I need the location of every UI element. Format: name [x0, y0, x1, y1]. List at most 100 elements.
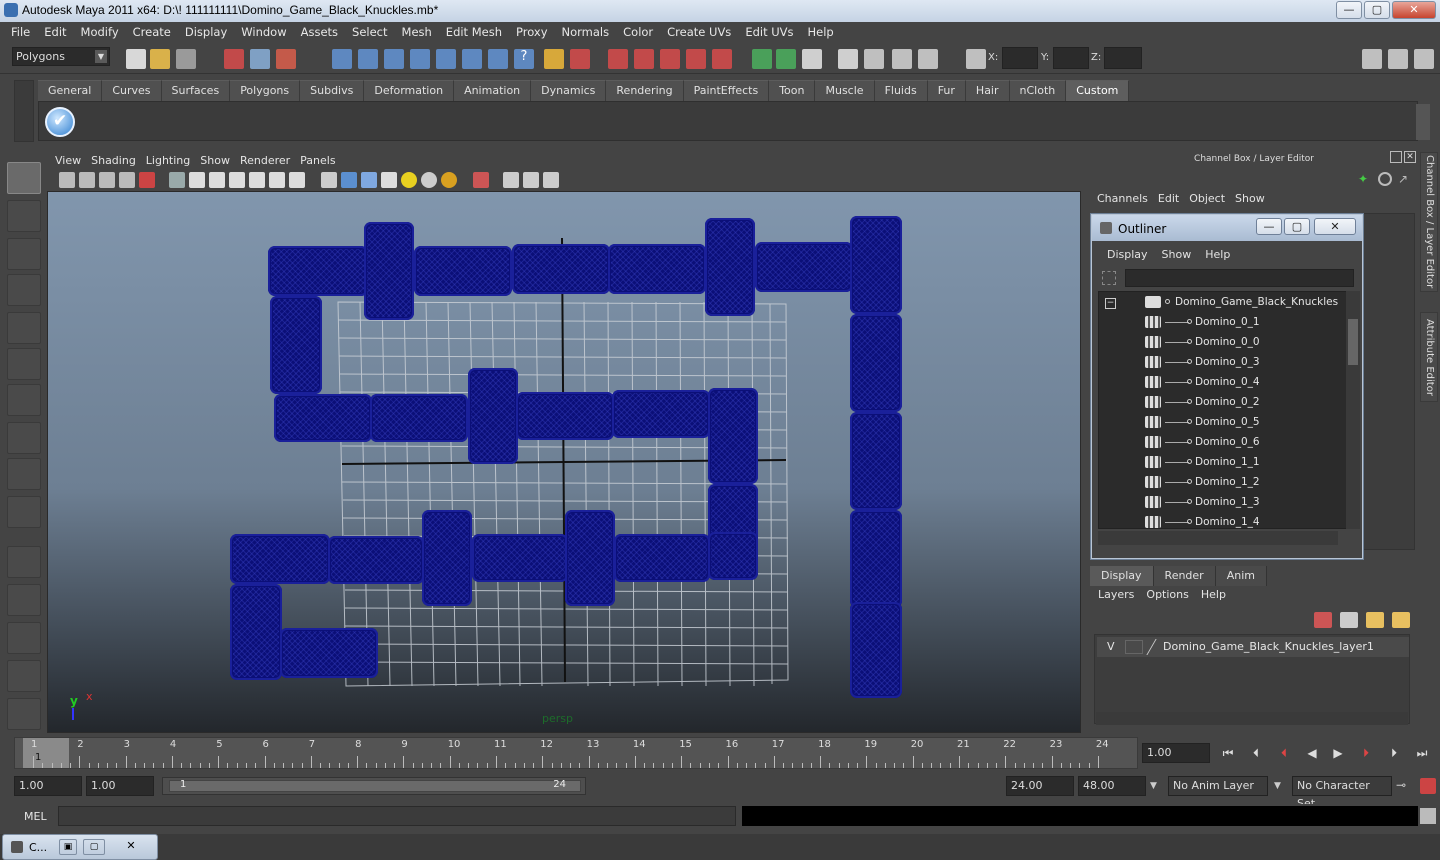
- command-input[interactable]: [58, 806, 736, 826]
- close-icon[interactable]: ✕: [109, 839, 153, 855]
- camera-select-icon[interactable]: [59, 172, 75, 188]
- move-layer-down-icon[interactable]: [1340, 612, 1358, 628]
- smooth-shade-icon[interactable]: [341, 172, 357, 188]
- menu-create-uvs[interactable]: Create UVs: [660, 25, 738, 39]
- channel-box-rotate-icon[interactable]: [1378, 172, 1392, 186]
- rotate-tool-icon[interactable]: [7, 312, 41, 344]
- open-scene-icon[interactable]: [150, 49, 170, 69]
- step-forward-frame-icon[interactable]: ⏵: [1384, 746, 1404, 764]
- snap-plane-icon[interactable]: [410, 49, 430, 69]
- lock-icon[interactable]: [544, 49, 564, 69]
- channel-box-icon[interactable]: [864, 49, 884, 69]
- textured-icon[interactable]: [381, 172, 397, 188]
- playback-start-field[interactable]: 1.00: [86, 776, 154, 796]
- scroll-thumb[interactable]: [1348, 319, 1358, 365]
- shelf-tab-fur[interactable]: Fur: [927, 80, 966, 101]
- step-forward-key-icon[interactable]: ⏵: [1356, 746, 1376, 764]
- domino-mesh[interactable]: [516, 392, 614, 440]
- channel-box-pick-icon[interactable]: ↗: [1398, 172, 1412, 186]
- render-view-icon[interactable]: [776, 49, 796, 69]
- auto-key-icon[interactable]: [1420, 778, 1436, 794]
- menu-file[interactable]: File: [4, 25, 37, 39]
- tab-display[interactable]: Display: [1090, 566, 1154, 586]
- domino-mesh[interactable]: [230, 534, 330, 584]
- z-field[interactable]: [1104, 47, 1142, 69]
- layer-visibility-toggle[interactable]: V: [1107, 637, 1115, 657]
- channel-box-move-icon[interactable]: ✦: [1358, 172, 1372, 186]
- list-item[interactable]: Domino_0_0: [1099, 332, 1339, 352]
- mel-label[interactable]: MEL: [24, 810, 47, 823]
- shelf-tab-toon[interactable]: Toon: [769, 80, 816, 101]
- outliner-root-item[interactable]: Domino_Game_Black_Knuckles: [1099, 292, 1339, 312]
- x-field[interactable]: [1002, 47, 1038, 69]
- highlight-icon[interactable]: [570, 49, 590, 69]
- output-ops-icon[interactable]: [634, 49, 654, 69]
- panel-menu-panels[interactable]: Panels: [295, 154, 340, 167]
- gate-mask-icon[interactable]: [229, 172, 245, 188]
- list-item[interactable]: Domino_0_6: [1099, 432, 1339, 452]
- panel-menu-shading[interactable]: Shading: [86, 154, 141, 167]
- playback-end-field[interactable]: 24.00: [1006, 776, 1074, 796]
- domino-mesh[interactable]: [422, 510, 472, 606]
- domino-mesh[interactable]: [850, 510, 902, 608]
- last-tool-icon[interactable]: [7, 496, 41, 528]
- shelf-tab-muscle[interactable]: Muscle: [815, 80, 875, 101]
- show-manipulator-icon[interactable]: [7, 458, 41, 490]
- domino-mesh[interactable]: [708, 388, 758, 484]
- layer-menu-help[interactable]: Help: [1195, 588, 1232, 601]
- menu-assets[interactable]: Assets: [294, 25, 345, 39]
- menu-help[interactable]: Help: [801, 25, 841, 39]
- domino-mesh[interactable]: [614, 534, 710, 582]
- domino-mesh[interactable]: [270, 296, 322, 394]
- snap-live-icon[interactable]: [436, 49, 456, 69]
- move-tool-icon[interactable]: [7, 274, 41, 306]
- snap-curve-icon[interactable]: [358, 49, 378, 69]
- tab-anim[interactable]: Anim: [1215, 566, 1267, 586]
- xray-joints-icon[interactable]: [523, 172, 539, 188]
- step-back-frame-icon[interactable]: ⏴: [1246, 746, 1266, 764]
- domino-mesh[interactable]: [755, 242, 853, 292]
- outliner-close-button[interactable]: ✕: [1314, 218, 1356, 235]
- bookmark-icon[interactable]: [99, 172, 115, 188]
- paint-select-tool-icon[interactable]: [7, 238, 41, 270]
- domino-mesh[interactable]: [230, 584, 282, 680]
- menu-create[interactable]: Create: [126, 25, 178, 39]
- range-slider[interactable]: 1 24: [162, 777, 586, 795]
- layer-editor-icon[interactable]: [918, 49, 938, 69]
- outliner-menu-help[interactable]: Help: [1198, 248, 1237, 261]
- history-icon[interactable]: [462, 49, 482, 69]
- maximize-icon[interactable]: ▢: [83, 839, 105, 855]
- new-scene-icon[interactable]: [126, 49, 146, 69]
- scale-tool-icon[interactable]: [7, 348, 41, 380]
- panel-menu-view[interactable]: View: [50, 154, 86, 167]
- lights-shadows-icon[interactable]: [441, 172, 457, 188]
- menu-edit[interactable]: Edit: [37, 25, 73, 39]
- list-item[interactable]: Domino_1_2: [1099, 472, 1339, 492]
- help-icon[interactable]: ?: [514, 49, 534, 69]
- select-by-component-icon[interactable]: [276, 49, 296, 69]
- minimize-button[interactable]: —: [1336, 1, 1362, 19]
- menu-normals[interactable]: Normals: [555, 25, 617, 39]
- shelf-tab-hair[interactable]: Hair: [965, 80, 1010, 101]
- float-panel-icon[interactable]: [1390, 151, 1402, 163]
- layer-menu-options[interactable]: Options: [1140, 588, 1194, 601]
- snap-point-icon[interactable]: [384, 49, 404, 69]
- shelf-tab-custom[interactable]: Custom: [1066, 80, 1130, 101]
- play-forwards-icon[interactable]: ▶: [1328, 746, 1348, 764]
- outliner-icon[interactable]: [892, 49, 912, 69]
- shelf-tab-animation[interactable]: Animation: [454, 80, 532, 101]
- wireframe-icon[interactable]: [321, 172, 337, 188]
- outliner-vertical-scrollbar[interactable]: [1346, 291, 1360, 529]
- domino-mesh[interactable]: [268, 246, 368, 296]
- layout-outliner-icon[interactable]: [7, 622, 41, 654]
- select-tool-icon[interactable]: [7, 162, 41, 194]
- new-layer-icon[interactable]: [1366, 612, 1384, 628]
- select-by-hierarchy-icon[interactable]: [224, 49, 244, 69]
- y-field[interactable]: [1053, 47, 1089, 69]
- shelf-tab-subdivs[interactable]: Subdivs: [300, 80, 365, 101]
- hypershade-icon[interactable]: [752, 49, 772, 69]
- key-icon[interactable]: ⊸: [1396, 778, 1412, 794]
- shelf-tab-polygons[interactable]: Polygons: [230, 80, 301, 101]
- list-item[interactable]: Domino_0_1: [1099, 312, 1339, 332]
- outliner-minimize-button[interactable]: —: [1256, 218, 1282, 235]
